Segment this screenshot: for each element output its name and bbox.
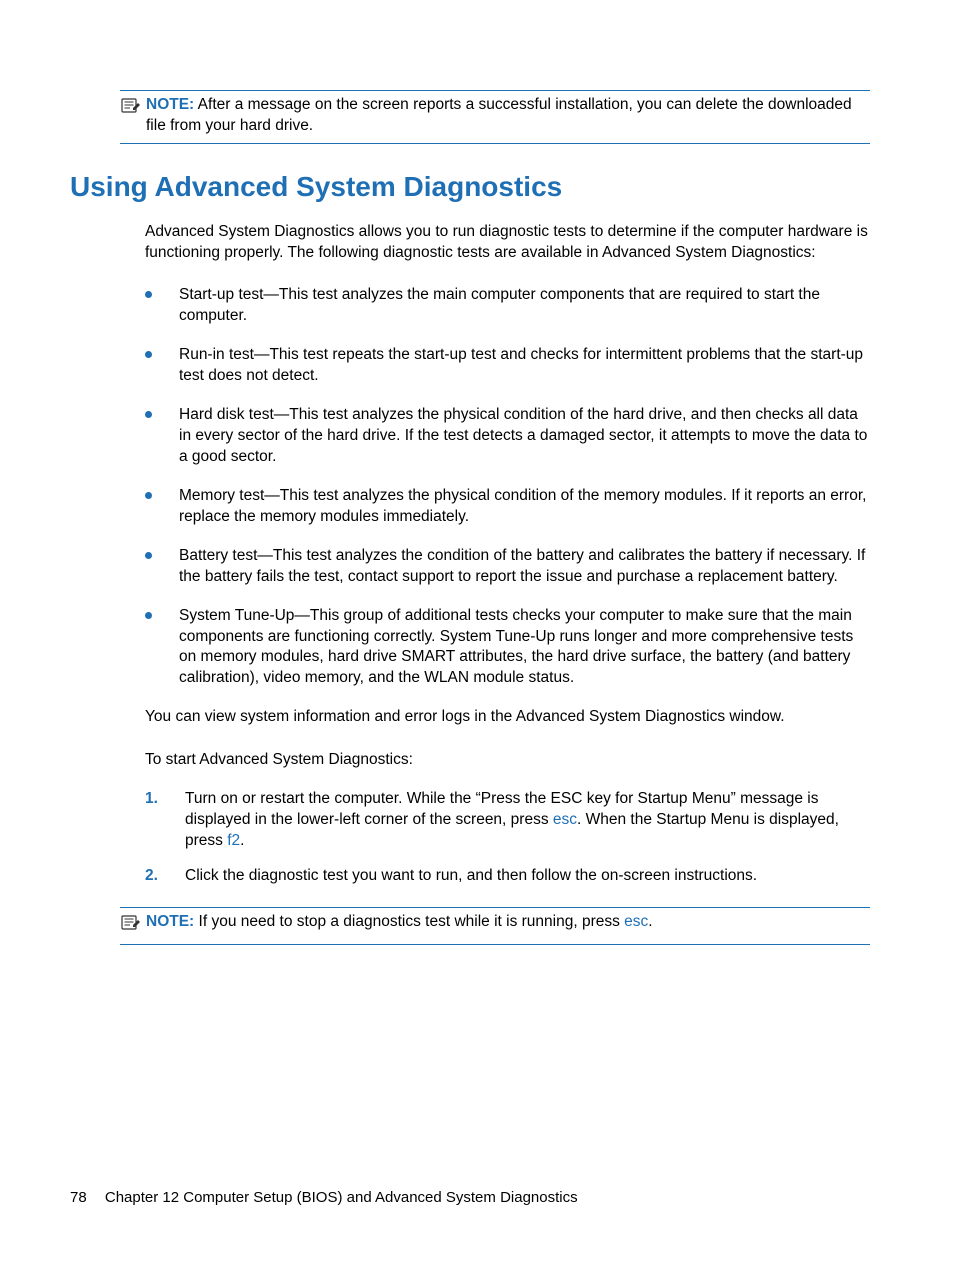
page-footer: 78 Chapter 12 Computer Setup (BIOS) and … (70, 1188, 578, 1208)
note-icon (120, 913, 140, 938)
note-box-top: NOTE: After a message on the screen repo… (120, 90, 870, 144)
list-item: Start-up test—This test analyzes the mai… (145, 285, 870, 327)
key-f2: f2 (227, 832, 240, 849)
page-number: 78 (70, 1189, 87, 1206)
list-item: Run-in test—This test repeats the start-… (145, 345, 870, 387)
list-item: Battery test—This test analyzes the cond… (145, 546, 870, 588)
note-box-bottom: NOTE: If you need to stop a diagnostics … (120, 907, 870, 945)
step-item: Click the diagnostic test you want to ru… (145, 866, 870, 887)
after-list-paragraph: You can view system information and erro… (145, 707, 870, 728)
list-item: Memory test—This test analyzes the physi… (145, 486, 870, 528)
note-label: NOTE: (146, 96, 194, 113)
steps-list: Turn on or restart the computer. While t… (145, 789, 870, 887)
section-heading: Using Advanced System Diagnostics (70, 168, 870, 206)
document-page: NOTE: After a message on the screen repo… (0, 0, 954, 945)
chapter-title: Chapter 12 Computer Setup (BIOS) and Adv… (105, 1189, 578, 1206)
note-body: . (648, 913, 652, 930)
step-item: Turn on or restart the computer. While t… (145, 789, 870, 852)
note-text-bottom: NOTE: If you need to stop a diagnostics … (146, 912, 870, 933)
step-text: . (240, 832, 244, 849)
list-item: Hard disk test—This test analyzes the ph… (145, 405, 870, 468)
note-text-top: NOTE: After a message on the screen repo… (146, 95, 870, 137)
steps-intro: To start Advanced System Diagnostics: (145, 750, 870, 771)
key-esc: esc (624, 913, 648, 930)
intro-paragraph: Advanced System Diagnostics allows you t… (145, 222, 870, 264)
note-body: If you need to stop a diagnostics test w… (199, 913, 625, 930)
diagnostic-list: Start-up test—This test analyzes the mai… (145, 285, 870, 689)
note-label: NOTE: (146, 913, 194, 930)
list-item: System Tune-Up—This group of additional … (145, 606, 870, 690)
note-icon (120, 96, 140, 121)
note-body: After a message on the screen reports a … (146, 96, 852, 134)
key-esc: esc (553, 811, 577, 828)
body-content: Advanced System Diagnostics allows you t… (145, 222, 870, 887)
